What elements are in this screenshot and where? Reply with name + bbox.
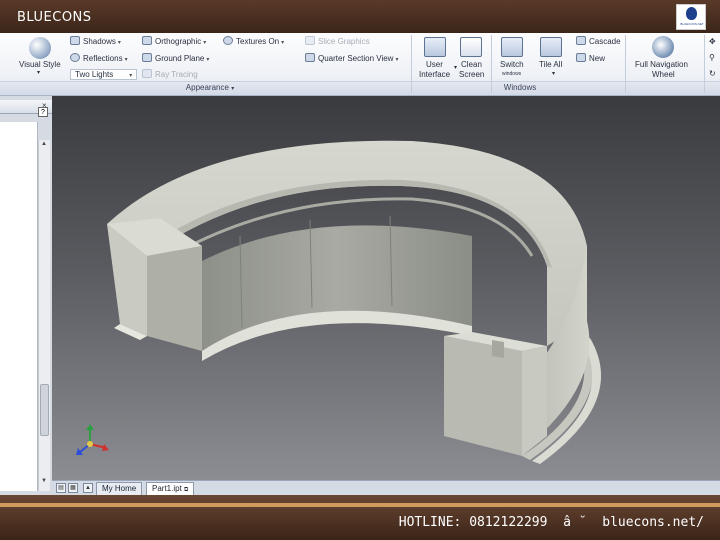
chevron-down-icon: ▾ xyxy=(117,40,121,46)
switch-window-label[interactable]: Switch xyxy=(500,60,524,69)
tab-close-icon[interactable]: ⧉ xyxy=(184,487,188,493)
appearance-group-label: Appearance ▾ xyxy=(185,83,235,92)
browser-tree[interactable] xyxy=(0,122,38,491)
ribbon: Visual Style ▾ Shadows ▾ Reflections ▾ Two… xyxy=(0,33,720,96)
user-interface-label-2[interactable]: Interface xyxy=(419,70,450,79)
new-window-button[interactable]: New xyxy=(576,53,605,63)
textures-button[interactable]: Textures On ▾ xyxy=(223,36,284,46)
part-model xyxy=(107,140,602,464)
pan-icon[interactable]: ✥ xyxy=(709,37,716,46)
graphics-viewport[interactable] xyxy=(52,96,720,480)
tile-all-label[interactable]: Tile All xyxy=(539,60,562,69)
help-icon[interactable]: ? xyxy=(38,107,48,117)
shadows-icon xyxy=(70,36,80,45)
clean-screen-label-1[interactable]: Clean xyxy=(461,60,482,69)
visual-style-icon[interactable] xyxy=(29,37,51,59)
navigation-wheel-icon[interactable] xyxy=(652,36,674,58)
ground-plane-icon xyxy=(142,53,152,62)
section-view-icon xyxy=(305,53,315,62)
chevron-down-icon: ▾ xyxy=(206,57,210,63)
brand-name: BLUECONS xyxy=(17,10,92,25)
ribbon-separator xyxy=(411,35,412,93)
browser-scrollbar[interactable]: ▲ ▼ xyxy=(38,140,50,491)
chevron-down-icon: ▾ xyxy=(281,40,285,46)
visual-style-caret-icon[interactable]: ▾ xyxy=(37,69,40,76)
tile-all-caret-icon[interactable]: ▾ xyxy=(552,70,555,77)
ribbon-group-strip xyxy=(0,81,720,95)
footer-hotline: HOTLINE: 0812122299 â ˘ bluecons.net/ xyxy=(398,515,704,530)
view-triad-icon[interactable] xyxy=(74,422,124,462)
logo-caption: BLUECONS.NET xyxy=(680,22,704,26)
orthographic-icon xyxy=(142,36,152,45)
chevron-down-icon: ▾ xyxy=(203,40,207,46)
windows-group-label: Windows xyxy=(503,83,537,92)
clean-screen-icon[interactable] xyxy=(460,37,482,57)
ray-tracing-button[interactable]: Ray Tracing xyxy=(142,69,198,79)
chevron-down-icon: ▾ xyxy=(124,57,128,63)
lighting-select[interactable]: Two Lights ▾ xyxy=(70,69,138,80)
ribbon-separator xyxy=(625,35,626,93)
user-interface-caret-icon[interactable]: ▾ xyxy=(454,64,457,71)
ribbon-separator xyxy=(704,35,705,93)
document-tab-bar: ▤ ▦ ▲ My Home Part1.ipt ⧉ xyxy=(52,480,720,495)
scroll-down-icon[interactable]: ▼ xyxy=(41,478,47,484)
tab-part1[interactable]: Part1.ipt ⧉ xyxy=(146,482,195,495)
slice-graphics-icon xyxy=(305,36,315,45)
shadows-button[interactable]: Shadows ▾ xyxy=(70,36,121,46)
ray-tracing-icon xyxy=(142,69,152,78)
orbit-icon[interactable]: ↻ xyxy=(709,69,716,78)
brand-bar: BLUECONS BLUECONS.NET xyxy=(0,0,720,33)
chevron-down-icon: ▾ xyxy=(395,57,399,63)
tile-all-icon[interactable] xyxy=(540,37,562,57)
model-browser-panel: × ? ▲ ▼ xyxy=(0,96,52,495)
new-window-icon xyxy=(576,53,586,62)
window-list-icon[interactable]: ▤ xyxy=(56,483,66,493)
textures-icon xyxy=(223,36,233,45)
reflections-icon xyxy=(70,53,80,62)
user-interface-icon[interactable] xyxy=(424,37,446,57)
reflections-button[interactable]: Reflections ▾ xyxy=(70,53,128,63)
clean-screen-label-2[interactable]: Screen xyxy=(459,70,484,79)
scroll-thumb[interactable] xyxy=(40,384,49,436)
ground-plane-button[interactable]: Ground Plane ▾ xyxy=(142,53,209,63)
zoom-icon[interactable]: ⚲ xyxy=(709,53,715,62)
footer-accent-stripe xyxy=(0,503,720,507)
cascade-icon xyxy=(576,36,586,45)
cascade-button[interactable]: Cascade xyxy=(576,36,621,46)
brand-logo: BLUECONS.NET xyxy=(676,4,706,30)
chevron-down-icon: ▾ xyxy=(129,73,133,79)
orthographic-button[interactable]: Orthographic ▾ xyxy=(142,36,206,46)
tab-my-home[interactable]: My Home xyxy=(96,482,143,495)
visual-style-button[interactable]: Visual Style xyxy=(19,60,61,69)
switch-window-icon[interactable] xyxy=(501,37,523,57)
logo-shield-icon xyxy=(686,7,697,20)
switch-window-sub: windows xyxy=(502,71,522,77)
arrange-icon[interactable]: ▦ xyxy=(68,483,78,493)
footer-bar: HOTLINE: 0812122299 â ˘ bluecons.net/ xyxy=(0,495,720,540)
slice-graphics-button[interactable]: Slice Graphics xyxy=(305,36,370,46)
full-nav-label-1[interactable]: Full Navigation xyxy=(635,60,688,69)
scroll-up-icon[interactable]: ▲ xyxy=(41,141,47,147)
tab-scroll-up-icon[interactable]: ▲ xyxy=(83,483,93,493)
quarter-section-button[interactable]: Quarter Section View ▾ xyxy=(305,53,398,63)
user-interface-label-1[interactable]: User xyxy=(426,60,443,69)
full-nav-label-2[interactable]: Wheel xyxy=(652,70,675,79)
